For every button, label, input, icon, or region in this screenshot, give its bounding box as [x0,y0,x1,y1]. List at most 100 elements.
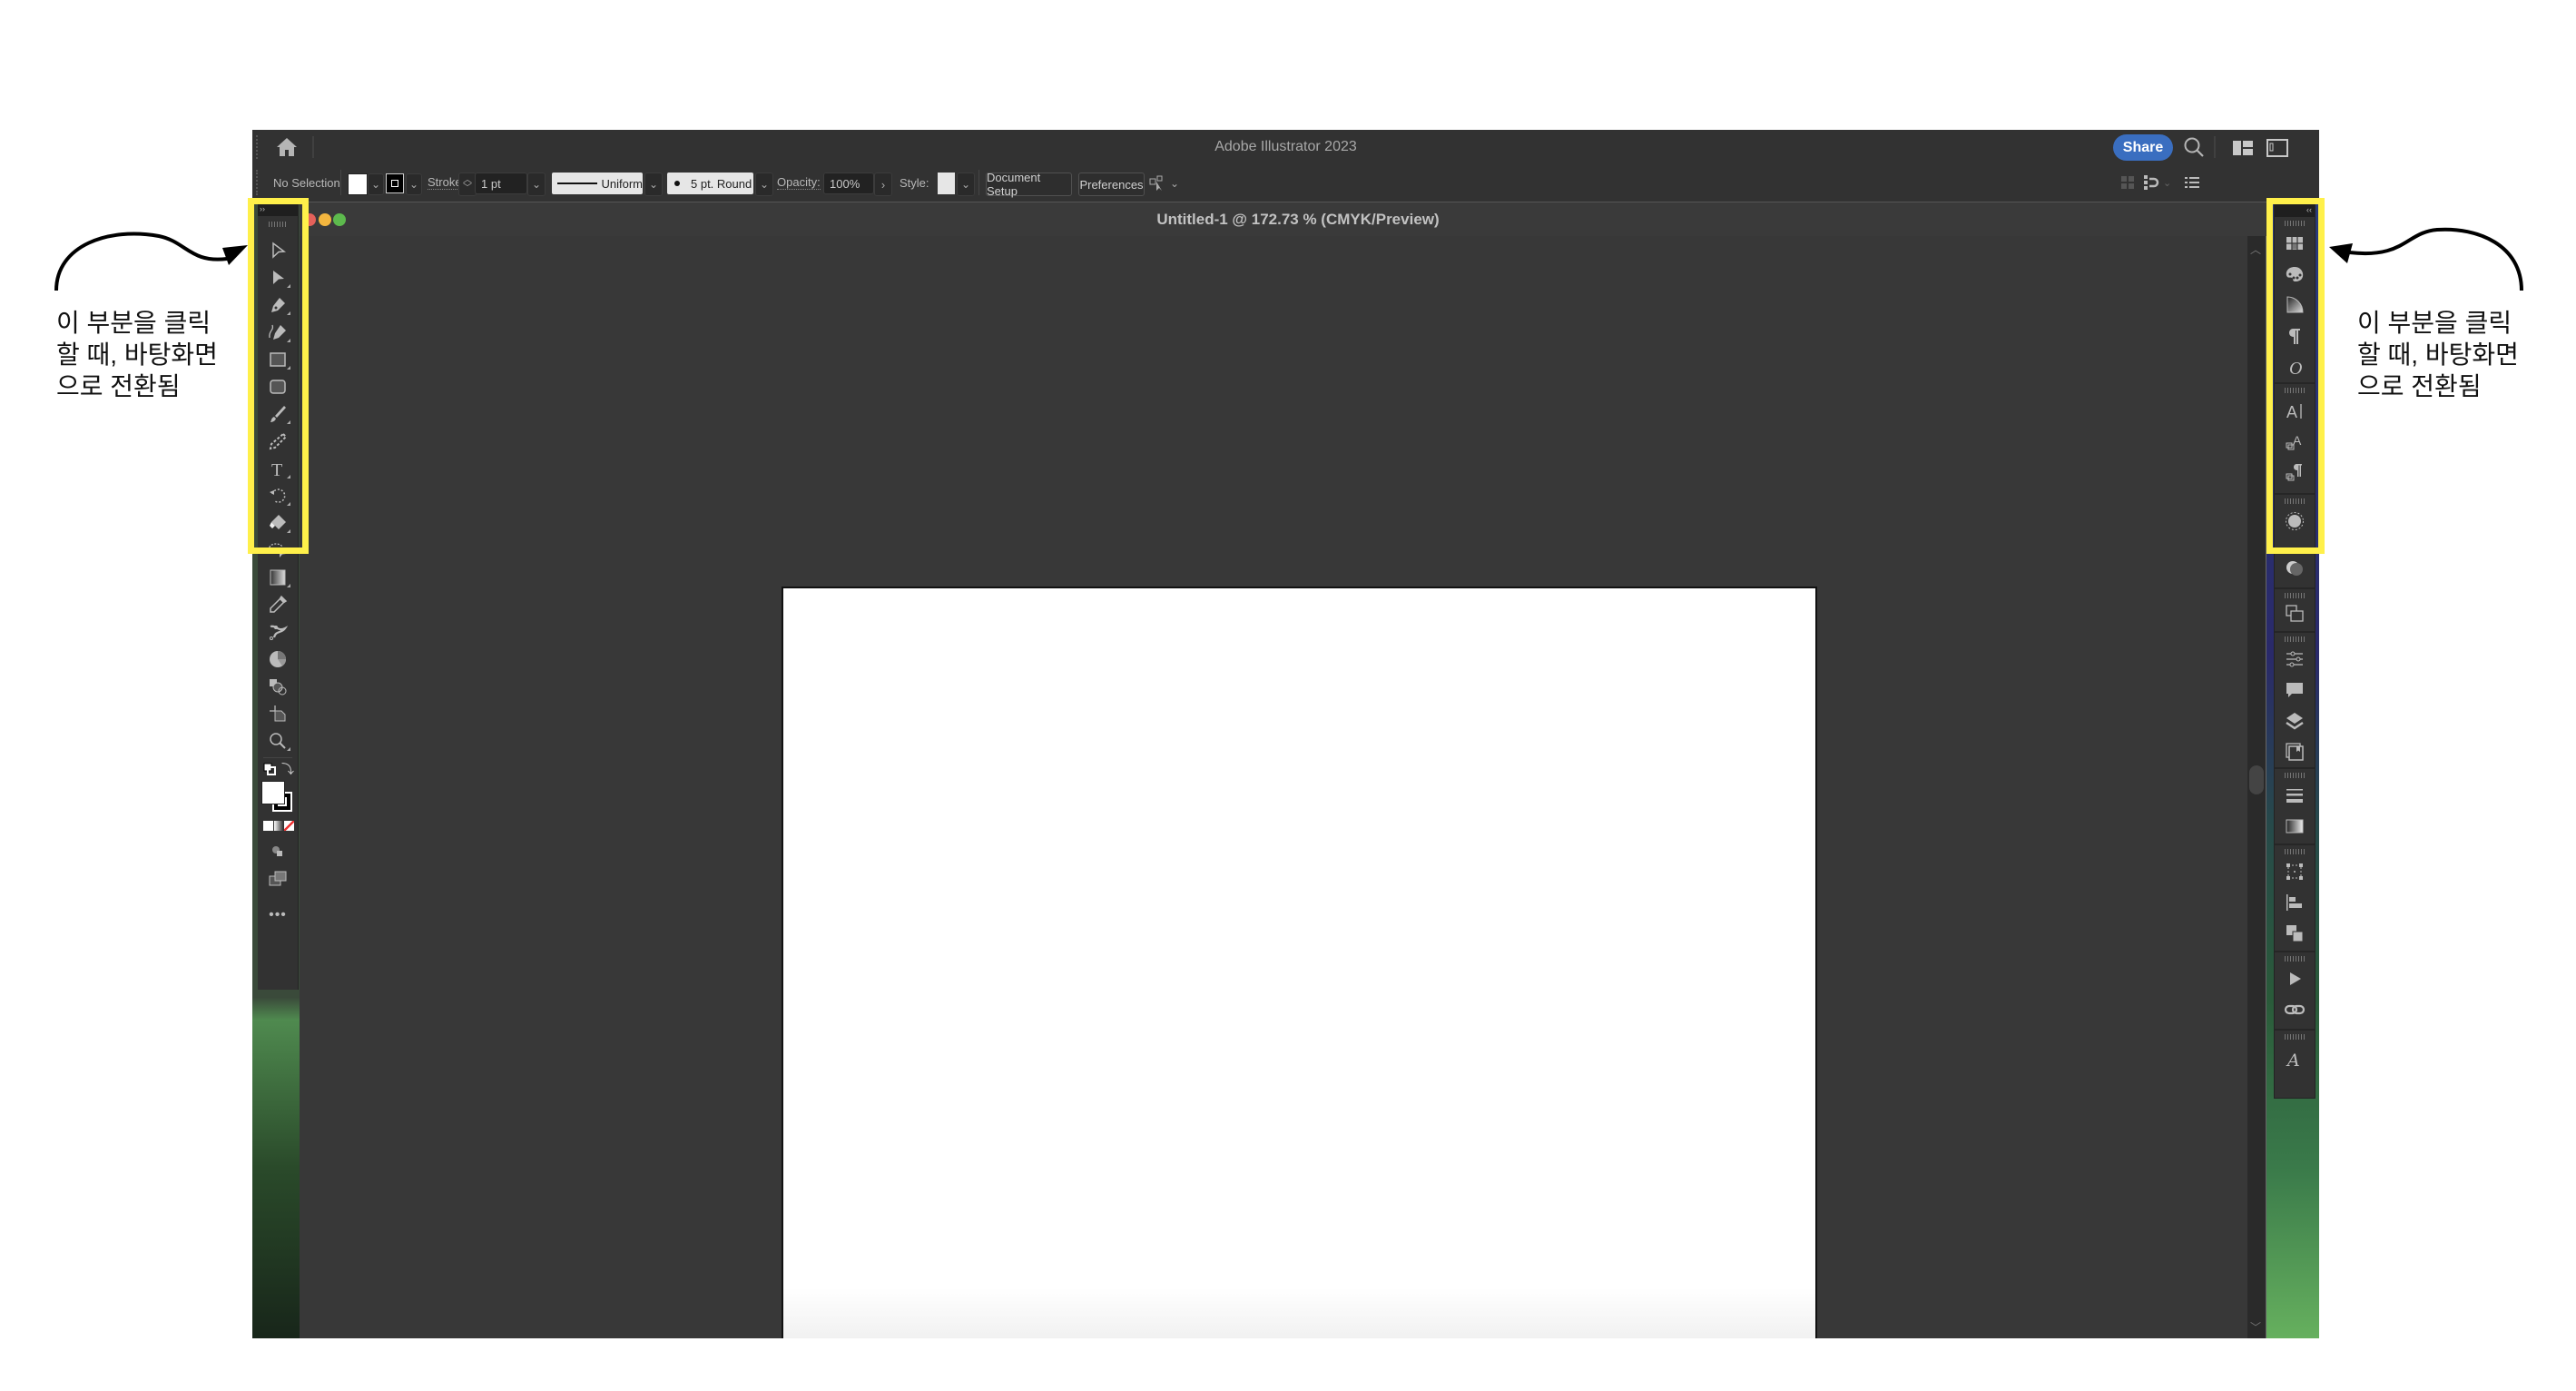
stroke-swatch[interactable] [386,173,404,193]
stroke-color-dropdown[interactable]: ⌄ [406,173,422,195]
illustrator-window: Adobe Illustrator 2023 Share No Selectio… [252,130,2319,1338]
artboard-tool[interactable] [260,701,296,726]
chevron-down-icon: ⌄ [648,178,659,191]
workspace-switcher-button[interactable] [2266,138,2289,158]
canvas-area[interactable] [300,236,2247,1338]
color-mode-buttons [263,821,295,831]
style-label: Style: [900,176,929,190]
panel-group-grip[interactable] [2285,773,2305,778]
preferences-button[interactable]: Preferences [1078,173,1145,196]
glyphs-panel-button[interactable]: A [2276,1043,2313,1074]
divider [340,170,341,195]
profile-dropdown[interactable]: ⌄ [644,173,663,196]
chevron-down-icon: ⌄ [759,178,770,191]
document-setup-button[interactable]: Document Setup [986,171,1072,198]
graphic-style-swatch[interactable] [938,173,955,194]
chevron-down-icon: ﹀ [463,183,472,193]
shape-builder-tool[interactable] [260,674,296,699]
opacity-input[interactable]: 100% [823,173,874,194]
actions-panel-button[interactable] [2276,963,2313,994]
profile-label: Uniform [601,176,643,191]
control-bar-menu-button[interactable] [2184,175,2200,190]
arrange-documents-button[interactable] [2231,138,2255,158]
arrowhead-icon [222,245,248,265]
libraries-icon [2286,743,2304,761]
share-button[interactable]: Share [2113,134,2173,161]
control-bar-grip[interactable] [256,170,261,195]
align-panel-button[interactable] [2276,887,2313,918]
brush-label: 5 pt. Round [691,176,752,191]
gradient-mode-button[interactable] [273,821,284,831]
edit-toolbar-button[interactable]: ••• [260,903,296,928]
chevron-down-icon: ⌄ [1170,177,1180,190]
artboard-icon [270,705,286,722]
chevron-down-icon: ⌄ [531,178,542,191]
artboard[interactable] [782,587,1817,1338]
zoom-tool[interactable] [260,728,296,754]
gradient-swatch-panel-button[interactable] [2276,811,2313,842]
panel-group-grip[interactable] [2285,636,2305,642]
links-panel-button[interactable] [2276,994,2313,1025]
libraries-panel-button[interactable] [2276,736,2313,767]
fill-dropdown[interactable]: ⌄ [368,173,384,195]
transform-panel-button[interactable] [2276,856,2313,887]
chevron-right-icon: › [880,177,886,192]
scroll-down-icon[interactable]: ﹀ [2250,1319,2261,1335]
align-to-pixel-grid-icon [2121,176,2134,189]
home-button[interactable] [270,133,303,161]
pie-graph-tool[interactable] [260,646,296,672]
brush-dropdown[interactable]: ⌄ [755,173,773,196]
app-title: Adobe Illustrator 2023 [1214,139,1357,154]
stroke-weight-dropdown[interactable]: ⌄ [527,173,546,196]
default-fill-stroke-button[interactable] [263,763,276,775]
pathfinder-shapes-panel-button[interactable] [2276,918,2313,949]
magnifier-icon [270,733,286,749]
panel-group-grip[interactable] [2285,849,2305,854]
none-mode-button[interactable] [284,821,295,831]
left-annotation-text: 이 부분을 클릭 할 때, 바탕화면 으로 전환됨 [56,309,218,400]
document-tab-bar: Untitled-1 @ 172.73 % (CMYK/Preview) [300,202,2319,237]
brush-definition[interactable]: 5 pt. Round [667,173,753,194]
vertical-scrollbar[interactable]: ︿ ﹀ [2247,236,2266,1338]
screen-mode-button[interactable] [260,866,296,892]
color-mode-button[interactable] [263,821,273,831]
right-highlight-box [2266,198,2325,554]
panel-group-grip[interactable] [2285,1034,2305,1040]
snap-options-button[interactable]: ⌄ [2142,173,2173,192]
title-bar-divider [2214,136,2216,158]
swap-fill-stroke-button[interactable]: ⤵ [281,763,294,775]
comments-panel-button[interactable] [2276,675,2313,705]
drawing-modes-button[interactable] [260,839,296,864]
stroke-weight-stepper[interactable]: ︿ ﹀ [458,173,477,196]
puppet-warp-icon [270,625,289,640]
pie-chart-icon [270,651,286,667]
stroke-panel-button[interactable] [2276,780,2313,811]
transparency-panel-button[interactable] [2276,553,2313,584]
opacity-slider-button[interactable]: › [874,173,892,196]
layers-panel-button[interactable] [2276,705,2313,736]
gradient-tool[interactable] [260,565,296,590]
opacity-label[interactable]: Opacity: [777,175,821,190]
panel-layout-icon [2266,139,2288,157]
screen-mode-icon [269,871,287,886]
properties-panel-button[interactable] [2276,644,2313,675]
stroke-weight-input[interactable]: 1 pt [475,173,527,194]
variable-width-profile[interactable]: Uniform [552,173,643,194]
panel-group: A [2275,1031,2315,1087]
pixel-grid-button[interactable] [2120,175,2135,190]
scrollbar-thumb[interactable] [2249,765,2264,794]
select-similar-button[interactable]: ⌄ [1148,173,1181,193]
chevron-down-icon: ⌄ [408,178,419,191]
style-dropdown[interactable]: ⌄ [957,173,975,196]
swap-arrow-icon: ⤵ [281,762,294,776]
panel-group-grip[interactable] [2285,956,2305,962]
eyedropper-tool[interactable] [260,592,296,617]
puppet-warp-tool[interactable] [260,619,296,645]
pathfinder-panel-button[interactable] [2276,598,2313,629]
search-button[interactable] [2182,135,2206,159]
fill-swatch[interactable] [348,173,368,195]
scroll-up-icon[interactable]: ︿ [2250,242,2261,257]
stroke-line-icon [557,183,598,184]
fill-color-swatch[interactable] [261,781,285,804]
snap-icon [2144,175,2159,190]
